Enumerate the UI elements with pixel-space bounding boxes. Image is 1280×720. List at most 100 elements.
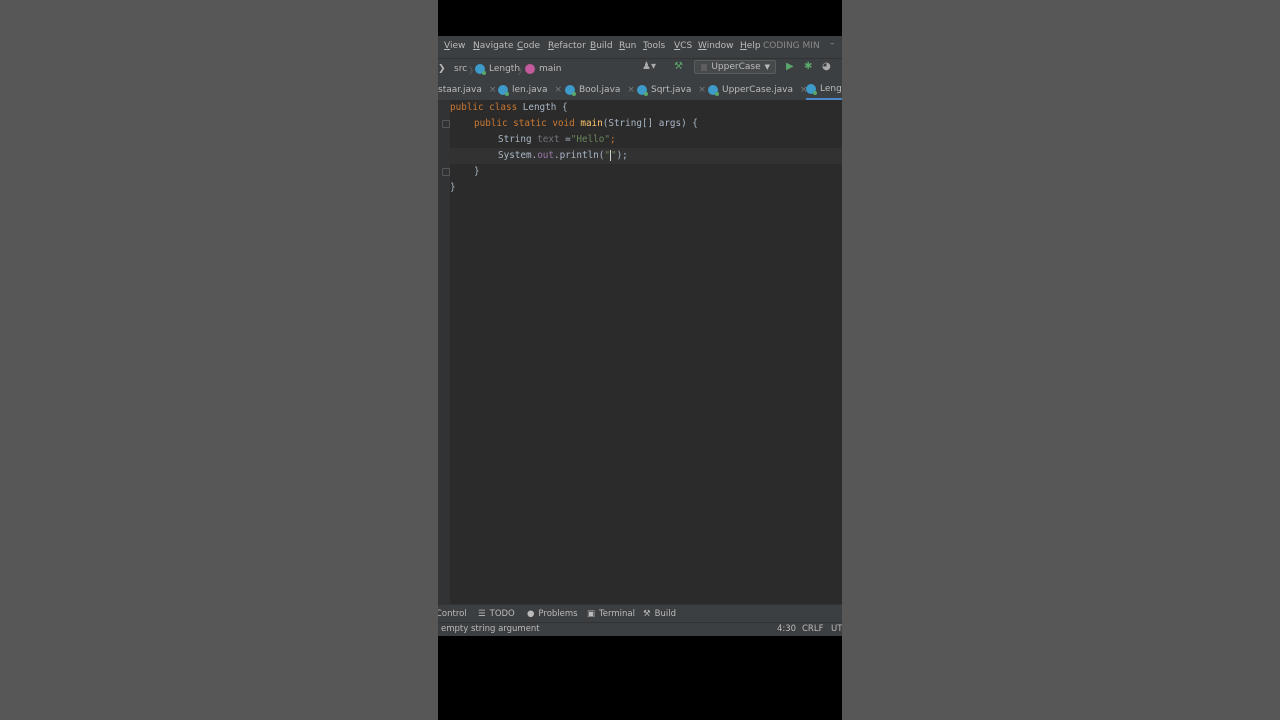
breadcrumb-label: src <box>454 64 468 74</box>
chevron-down-icon: ▼ <box>764 63 770 71</box>
code-line-2: public static void main(String[] args) { <box>450 116 698 132</box>
tool-terminal[interactable]: ▣ Terminal <box>587 609 635 619</box>
menu-help[interactable]: Help <box>740 41 761 51</box>
breadcrumb-label: Length <box>489 64 521 74</box>
code-text: } <box>474 166 480 177</box>
ide-window: View Navigate Code Refactor Build Run To… <box>438 36 842 636</box>
code-text: Length { <box>522 102 568 113</box>
code-text: .println( <box>553 150 605 161</box>
code-text: } <box>450 182 456 193</box>
breadcrumb-main[interactable]: main <box>525 64 562 74</box>
status-message: empty string argument <box>441 624 540 634</box>
close-icon[interactable]: × <box>698 85 706 95</box>
class-icon <box>475 64 486 75</box>
project-name: CODING MIN <box>763 41 820 51</box>
status-bar: empty string argument 4:30 CRLF UT <box>438 622 842 636</box>
menu-run[interactable]: Run <box>619 41 636 51</box>
editor-tabs: staar.java × len.java × Bool.java × Sqrt.ja… <box>438 80 842 101</box>
file-encoding[interactable]: UT <box>831 624 842 634</box>
navigation-bar: ❯ src 〉 Length 〉 main <box>438 58 842 80</box>
tab-uppercase[interactable]: UpperCase.java × <box>708 80 808 100</box>
tool-label: Build <box>654 609 676 619</box>
tool-label: TODO <box>489 609 515 619</box>
menu-refactor[interactable]: Refactor <box>548 41 586 51</box>
build-hammer-icon[interactable]: ⚒ <box>674 61 683 72</box>
class-icon <box>708 85 719 96</box>
method-icon <box>525 64 535 74</box>
string-literal: "Hello" <box>570 134 610 145</box>
tool-window-bar: Control ☰ TODO ● Problems ▣ Terminal ⚒ Build <box>438 604 842 623</box>
breadcrumb-length[interactable]: Length <box>475 64 521 75</box>
menu-window[interactable]: Window <box>698 41 734 51</box>
run-config-label: UpperCase <box>711 62 761 72</box>
tool-todo[interactable]: ☰ TODO <box>478 609 515 619</box>
debug-icon[interactable]: ✱ <box>804 61 812 72</box>
field-name: out <box>537 150 554 161</box>
tool-label: Problems <box>538 609 578 619</box>
run-icon[interactable]: ▶ <box>786 61 794 72</box>
class-icon <box>637 85 648 96</box>
tab-length[interactable]: Lengt <box>806 80 842 100</box>
tab-label: Bool.java <box>579 85 621 95</box>
coverage-icon[interactable]: ◕ <box>822 61 831 72</box>
close-icon[interactable]: × <box>627 85 635 95</box>
menu-view[interactable]: View <box>444 41 465 51</box>
menu-tools[interactable]: Tools <box>643 41 665 51</box>
menu-bar: View Navigate Code Refactor Build Run To… <box>438 36 842 58</box>
caret-position[interactable]: 4:30 <box>777 624 796 634</box>
tool-version-control[interactable]: Control <box>438 609 467 619</box>
close-icon[interactable]: × <box>554 85 562 95</box>
code-text: ); <box>616 150 628 161</box>
menu-code[interactable]: Code <box>517 41 540 51</box>
keyword: public static void <box>474 118 581 129</box>
menu-vcs[interactable]: VCS <box>674 41 692 51</box>
run-config-select[interactable]: UpperCase ▼ <box>694 60 776 74</box>
phone-frame: View Navigate Code Refactor Build Run To… <box>438 0 842 720</box>
keyword: public class <box>450 102 523 113</box>
code-line-3: String text ="Hello"; <box>450 132 616 148</box>
tab-sqrt[interactable]: Sqrt.java × <box>637 80 706 100</box>
fold-icon[interactable] <box>442 120 450 128</box>
tool-build[interactable]: ⚒ Build <box>643 609 676 619</box>
code-text: System. <box>498 150 538 161</box>
close-icon[interactable]: × <box>489 85 497 95</box>
tab-len[interactable]: len.java × <box>498 80 562 100</box>
tab-label: Sqrt.java <box>651 85 692 95</box>
variable-name: text <box>537 134 560 145</box>
code-line-6: } <box>450 180 456 196</box>
tab-label: Lengt <box>820 84 842 94</box>
tab-staar[interactable]: staar.java × <box>438 80 496 100</box>
tool-label: Control <box>438 609 467 619</box>
tab-label: len.java <box>512 85 548 95</box>
breadcrumb-label: main <box>539 64 562 74</box>
code-line-1: public class Length { <box>450 100 568 116</box>
hammer-icon: ⚒ <box>643 609 651 619</box>
line-separator[interactable]: CRLF <box>802 624 823 634</box>
tool-problems[interactable]: ● Problems <box>527 609 578 619</box>
class-icon <box>565 85 576 96</box>
code-editor[interactable]: public class Length { public static void… <box>438 100 842 604</box>
menu-build[interactable]: Build <box>590 41 613 51</box>
minimize-icon[interactable]: – <box>830 39 835 49</box>
terminal-icon: ▣ <box>587 609 596 619</box>
config-icon <box>701 63 708 71</box>
code-line-4: System.out.println(""); <box>450 148 842 164</box>
breadcrumb-src[interactable]: src <box>454 64 467 74</box>
code-text: ; <box>609 134 616 145</box>
list-icon: ☰ <box>478 609 486 619</box>
class-icon <box>806 84 817 95</box>
info-icon: ● <box>527 609 535 619</box>
tab-bool[interactable]: Bool.java × <box>565 80 635 100</box>
code-line-5: } <box>450 164 480 180</box>
menu-navigate[interactable]: Navigate <box>473 41 513 51</box>
fold-icon[interactable] <box>442 168 450 176</box>
user-icon[interactable]: ♟▾ <box>642 61 656 72</box>
tool-label: Terminal <box>599 609 635 619</box>
method-name: main <box>580 118 603 129</box>
code-text: (String[] args) { <box>602 118 698 129</box>
class-icon <box>498 85 509 96</box>
code-text: String <box>498 134 538 145</box>
code-text: = <box>559 134 571 145</box>
breadcrumb-chevron-icon: ❯ <box>438 64 446 74</box>
tab-label: staar.java <box>438 85 482 95</box>
